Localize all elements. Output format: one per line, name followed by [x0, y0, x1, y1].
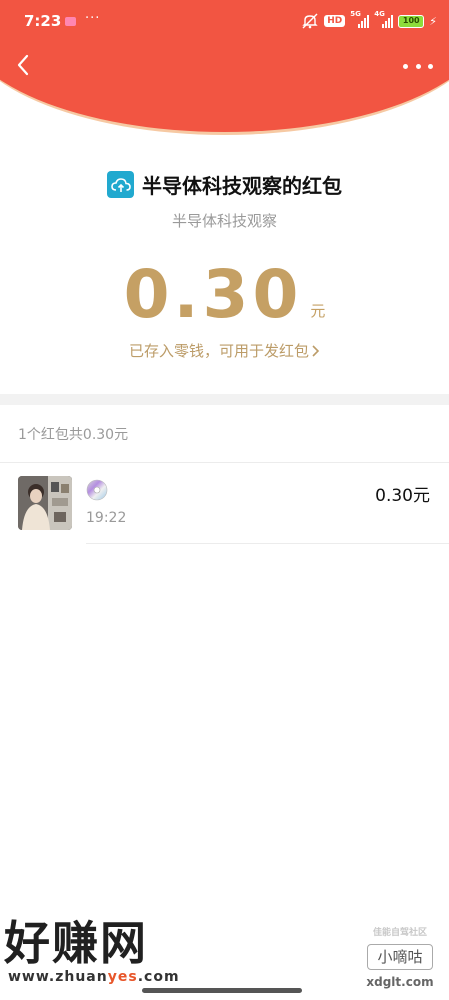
watermark-url-pre: www.zhuan [8, 969, 108, 985]
status-time: 7:23 [24, 12, 62, 30]
divider [86, 543, 449, 544]
signal-5g-label: 5G [350, 10, 361, 18]
watermark-url: www.zhuanyes.com [4, 969, 192, 985]
watermark-right-top: 佳能自驾社区 [372, 928, 427, 938]
watermark-url-highlight: yes [107, 969, 138, 985]
amount-row: 0.30 元 [0, 255, 449, 335]
more-dots-icon [403, 63, 408, 69]
home-indicator[interactable] [142, 988, 302, 993]
mute-icon [302, 13, 318, 29]
sender-logo [107, 171, 134, 198]
section-divider [0, 394, 449, 405]
back-button[interactable] [8, 50, 38, 80]
deposit-link[interactable]: 已存入零钱，可用于发红包 [0, 340, 449, 361]
notification-app-icon [65, 17, 76, 26]
hd-badge: HD [324, 15, 346, 27]
red-packet-detail-page: 7:23 ··· HD 5G 4G 100 ⚡ 半导体科技观察的红包 半导体科技… [0, 0, 449, 1000]
disc-icon [86, 479, 108, 501]
packet-summary: 1个红包共0.30元 [18, 427, 129, 443]
list-item[interactable]: 19:22 0.30元 [0, 463, 449, 544]
record-amount: 0.30元 [375, 486, 430, 506]
signal-4g-label: 4G [374, 10, 385, 18]
page-title: 半导体科技观察的红包 [142, 174, 342, 198]
more-button[interactable] [403, 56, 433, 76]
cloud-upload-icon [110, 177, 131, 192]
back-arrow-icon [17, 54, 29, 76]
record-time: 19:22 [86, 510, 127, 526]
chevron-right-icon [312, 344, 320, 357]
amount-unit: 元 [310, 302, 326, 320]
charging-icon: ⚡ [429, 14, 437, 28]
avatar-photo [18, 476, 72, 530]
deposit-link-label: 已存入零钱，可用于发红包 [128, 342, 309, 360]
sender-name: 半导体科技观察 [171, 212, 277, 230]
amount-value: 0.30 [123, 256, 303, 333]
status-right-group: HD 5G 4G 100 ⚡ [301, 10, 437, 29]
watermark-right-url: xdglt.com [366, 975, 434, 989]
watermark-left: 好赚网 www.zhuanyes.com [4, 917, 192, 989]
watermark-right-logo: 小嘀咕 [367, 944, 433, 970]
avatar[interactable] [18, 476, 72, 530]
signal-5g-icon: 5G [350, 10, 370, 28]
signal-4g-icon: 4G [374, 10, 394, 28]
status-more-dots: ··· [85, 11, 101, 26]
packet-title-row: 半导体科技观察的红包 [0, 170, 449, 199]
battery-icon: 100 [398, 14, 425, 28]
watermark-title: 好赚网 [4, 916, 148, 970]
watermark-right: 佳能自驾社区 小嘀咕 xdglt.com [361, 925, 439, 997]
watermark-url-post: .com [137, 969, 180, 985]
status-bar: 7:23 ··· HD 5G 4G 100 ⚡ [0, 0, 449, 44]
